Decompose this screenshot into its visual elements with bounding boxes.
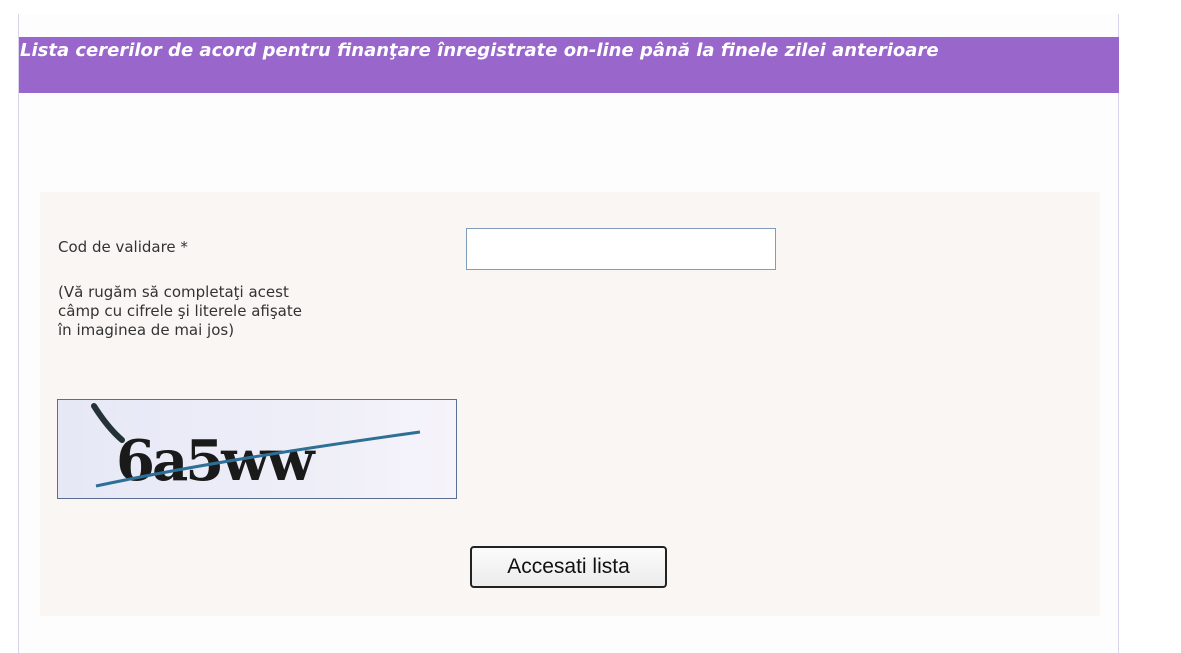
captcha-graphic: 6a5ww <box>91 403 421 494</box>
page-header: Lista cererilor de acord pentru finanţar… <box>19 37 1119 93</box>
hint-line: câmp cu cifrele şi literele afişate <box>58 302 302 320</box>
access-list-button[interactable]: Accesati lista <box>470 546 667 588</box>
hint-line: în imaginea de mai jos) <box>58 321 235 339</box>
captcha-text: 6a5ww <box>116 428 316 494</box>
hint-line: (Vă rugăm să completaţi acest <box>58 283 289 301</box>
validation-code-input[interactable] <box>466 228 776 270</box>
validation-code-hint: (Vă rugăm să completaţi acest câmp cu ci… <box>58 283 438 340</box>
page-title: Lista cererilor de acord pentru finanţar… <box>20 40 939 61</box>
captcha-image: 6a5ww <box>57 399 457 499</box>
validation-code-label: Cod de validare * <box>58 238 188 256</box>
